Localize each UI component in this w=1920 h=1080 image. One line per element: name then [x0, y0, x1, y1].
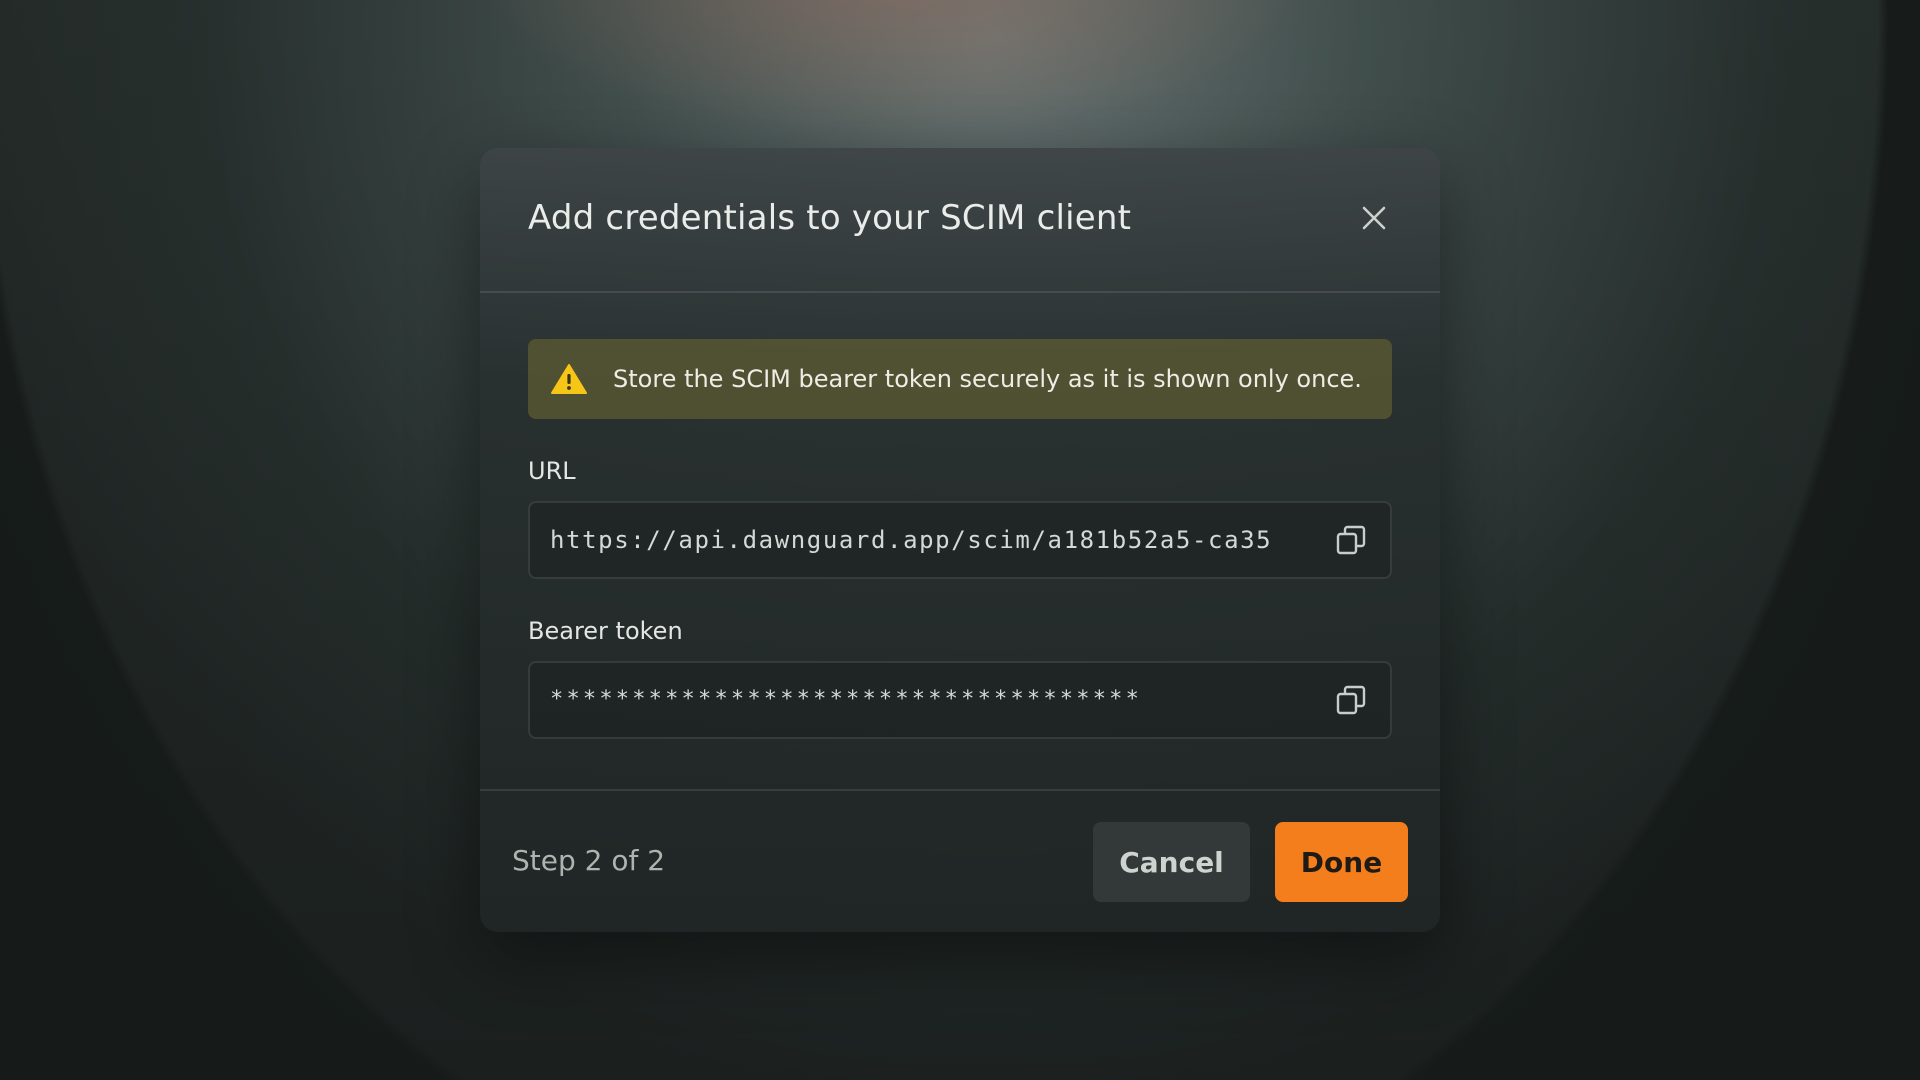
dialog-title: Add credentials to your SCIM client [528, 198, 1132, 238]
scim-credentials-dialog: Add credentials to your SCIM client Stor… [480, 148, 1440, 932]
copy-icon [1336, 525, 1366, 555]
done-button[interactable]: Done [1275, 822, 1408, 902]
dialog-body: Store the SCIM bearer token securely as … [528, 339, 1392, 739]
warning-text: Store the SCIM bearer token securely as … [613, 365, 1362, 393]
close-icon [1362, 206, 1386, 230]
url-input[interactable] [550, 526, 1320, 554]
copy-icon [1336, 685, 1366, 715]
warning-triangle-icon [551, 364, 587, 394]
warning-banner: Store the SCIM bearer token securely as … [528, 339, 1392, 419]
copy-url-button[interactable] [1332, 521, 1370, 559]
cancel-button[interactable]: Cancel [1093, 822, 1250, 902]
copy-token-button[interactable] [1332, 681, 1370, 719]
token-input[interactable] [550, 686, 1320, 712]
token-field [528, 661, 1392, 739]
dialog-footer: Step 2 of 2 Cancel Done [480, 789, 1440, 932]
dialog-header: Add credentials to your SCIM client [480, 148, 1440, 293]
close-button[interactable] [1356, 200, 1392, 236]
step-indicator: Step 2 of 2 [512, 844, 666, 877]
token-label: Bearer token [528, 617, 683, 645]
url-label: URL [528, 457, 576, 485]
url-field [528, 501, 1392, 579]
